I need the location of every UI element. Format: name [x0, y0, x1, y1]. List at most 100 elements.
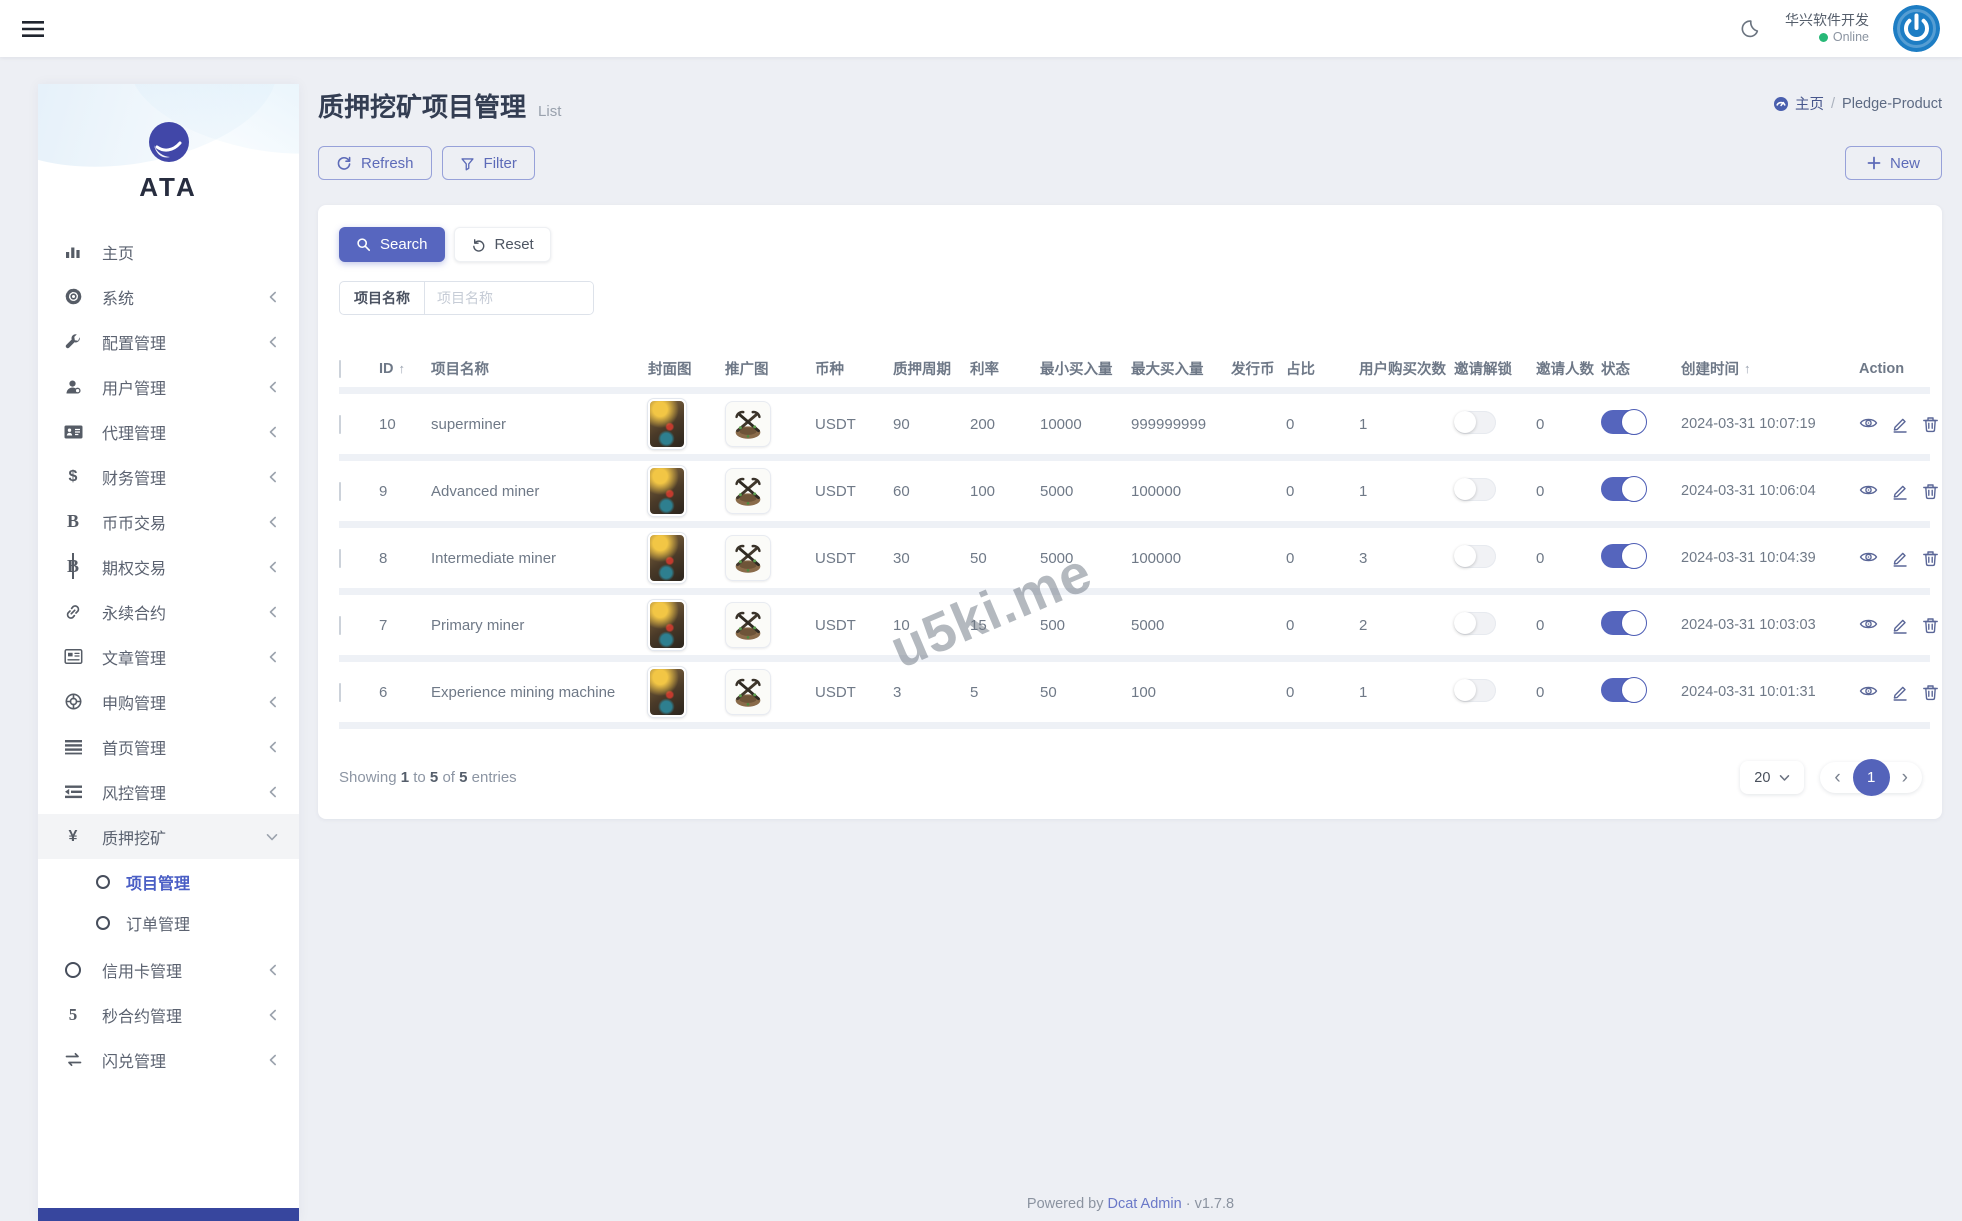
column-header[interactable]: 邀请人数 [1536, 358, 1601, 379]
cover-image[interactable] [648, 533, 686, 583]
new-button[interactable]: New [1845, 146, 1942, 180]
view-button[interactable] [1859, 616, 1878, 634]
edit-button[interactable] [1891, 482, 1909, 500]
created-at-cell: 2024-03-31 10:04:39 [1681, 550, 1859, 566]
sidebar-item-risk[interactable]: 风控管理 [38, 769, 299, 814]
column-header[interactable]: 状态 [1601, 358, 1681, 379]
invite-unlock-toggle[interactable] [1454, 478, 1496, 501]
sidebar-item-pledge-mining[interactable]: ¥质押挖矿 [38, 814, 299, 859]
chevron-left-icon [267, 963, 279, 977]
promo-image[interactable] [725, 468, 771, 514]
sidebar-item-agents[interactable]: 代理管理 [38, 409, 299, 454]
sidebar-item-perpetual[interactable]: 永续合约 [38, 589, 299, 634]
delete-button[interactable] [1922, 482, 1939, 500]
column-header[interactable]: ID↑ [379, 361, 431, 377]
row-checkbox[interactable] [339, 482, 341, 501]
sidebar-item-flash-exchange[interactable]: 闪兑管理 [38, 1037, 299, 1082]
edit-button[interactable] [1891, 549, 1909, 567]
column-header[interactable]: 质押周期 [893, 358, 970, 379]
sidebar-item-home[interactable]: 主页 [38, 229, 299, 274]
column-header[interactable]: 利率 [970, 358, 1040, 379]
view-button[interactable] [1859, 482, 1878, 500]
edit-button[interactable] [1891, 415, 1909, 433]
column-header[interactable]: 项目名称 [431, 358, 648, 379]
dcat-admin-link[interactable]: Dcat Admin [1108, 1196, 1182, 1212]
sidebar-item-system[interactable]: 系统 [38, 274, 299, 319]
delete-button[interactable] [1922, 616, 1939, 634]
search-button[interactable]: Search [339, 227, 445, 262]
view-button[interactable] [1859, 683, 1878, 701]
sidebar-item-subscription[interactable]: 申购管理 [38, 679, 299, 724]
column-header[interactable]: 推广图 [725, 358, 815, 379]
filter-button[interactable]: Filter [442, 146, 535, 180]
status-toggle[interactable] [1601, 477, 1645, 501]
edit-button[interactable] [1891, 683, 1909, 701]
sidebar-subitem-pledge-products[interactable]: 项目管理 [38, 861, 299, 902]
sidebar-item-label: 永续合约 [102, 600, 166, 624]
row-checkbox[interactable] [339, 549, 341, 568]
column-header[interactable]: 邀请解锁 [1454, 358, 1536, 379]
sidebar-item-spot-trade[interactable]: B币币交易 [38, 499, 299, 544]
column-header[interactable]: Action [1859, 361, 1930, 377]
avatar[interactable] [1893, 5, 1940, 52]
status-toggle[interactable] [1601, 611, 1645, 635]
status-cell [1601, 544, 1681, 572]
sidebar-item-finance[interactable]: $财务管理 [38, 454, 299, 499]
status-toggle[interactable] [1601, 544, 1645, 568]
select-all-checkbox[interactable] [339, 360, 341, 378]
next-page-button[interactable]: › [1900, 768, 1910, 787]
view-button[interactable] [1859, 415, 1878, 433]
column-header[interactable]: 占比 [1286, 358, 1359, 379]
sidebar-item-config[interactable]: 配置管理 [38, 319, 299, 364]
cover-image[interactable] [648, 600, 686, 650]
delete-button[interactable] [1922, 549, 1939, 567]
refresh-button[interactable]: Refresh [318, 146, 432, 180]
sidebar-item-articles[interactable]: 文章管理 [38, 634, 299, 679]
column-header[interactable]: 币种 [815, 358, 893, 379]
promo-image[interactable] [725, 401, 771, 447]
cover-image[interactable] [648, 399, 686, 449]
reset-button[interactable]: Reset [454, 227, 551, 262]
breadcrumb-home-link[interactable]: 主页 [1773, 93, 1824, 114]
column-header[interactable]: 最小买入量 [1040, 358, 1131, 379]
delete-button[interactable] [1922, 415, 1939, 433]
cover-image[interactable] [648, 466, 686, 516]
promo-image[interactable] [725, 602, 771, 648]
invite-unlock-toggle[interactable] [1454, 679, 1496, 702]
sidebar-item-homepage[interactable]: 首页管理 [38, 724, 299, 769]
column-header[interactable]: 发行币 [1231, 358, 1286, 379]
status-toggle[interactable] [1601, 410, 1645, 434]
column-header[interactable]: 封面图 [648, 358, 725, 379]
edit-button[interactable] [1891, 616, 1909, 634]
row-checkbox[interactable] [339, 415, 341, 434]
current-page-button[interactable]: 1 [1853, 759, 1890, 796]
invite-unlock-toggle[interactable] [1454, 612, 1496, 635]
invite-unlock-toggle[interactable] [1454, 545, 1496, 568]
row-checkbox[interactable] [339, 683, 341, 702]
brand[interactable]: ATA [38, 84, 299, 203]
status-toggle[interactable] [1601, 678, 1645, 702]
sidebar-item-seconds-contract[interactable]: 5秒合约管理 [38, 992, 299, 1037]
delete-button[interactable] [1922, 683, 1939, 701]
sidebar-item-options-trade[interactable]: B期权交易 [38, 544, 299, 589]
sidebar-item-users[interactable]: 用户管理 [38, 364, 299, 409]
promo-image[interactable] [725, 669, 771, 715]
project-name-input[interactable] [425, 282, 593, 314]
dark-mode-moon-icon[interactable] [1738, 17, 1761, 40]
row-checkbox[interactable] [339, 616, 341, 635]
promo-image[interactable] [725, 535, 771, 581]
column-header[interactable]: 最大买入量 [1131, 358, 1231, 379]
sidebar-item-credit-card[interactable]: 信用卡管理 [38, 947, 299, 992]
per-page-select[interactable]: 20 [1740, 761, 1804, 794]
invite-unlock-toggle[interactable] [1454, 411, 1496, 434]
sidebar-subitem-pledge-orders[interactable]: 订单管理 [38, 902, 299, 943]
cover-image[interactable] [648, 667, 686, 717]
sidebar-scrollbar[interactable] [38, 1208, 299, 1221]
column-header[interactable]: 用户购买次数 [1359, 358, 1454, 379]
view-button[interactable] [1859, 549, 1878, 567]
data-table: ID↑项目名称封面图推广图币种质押周期利率最小买入量最大买入量发行币占比用户购买… [339, 350, 1930, 729]
prev-page-button[interactable]: ‹ [1832, 768, 1842, 787]
hamburger-menu-icon[interactable] [22, 16, 48, 42]
column-header[interactable]: 创建时间↑ [1681, 358, 1859, 379]
user-meta[interactable]: 华兴软件开发 Online [1785, 11, 1869, 45]
